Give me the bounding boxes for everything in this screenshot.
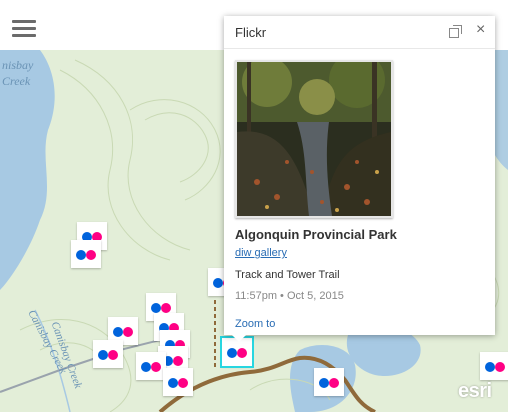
flickr-photo[interactable] [235,60,393,218]
lake-label: nisbay [2,58,34,72]
flickr-marker[interactable] [480,352,508,380]
popup-date: 11:57pm • Oct 5, 2015 [235,290,344,302]
flickr-marker[interactable] [71,240,101,268]
popup-header: Flickr × [224,16,495,49]
popup-description: Track and Tower Trail [235,269,340,281]
dock-icon[interactable] [449,25,462,38]
flickr-marker-selected[interactable] [220,336,254,368]
flickr-popup: Flickr × Algonquin Provincial Park diw g… [224,16,495,335]
popup-title: Flickr [235,25,267,40]
flickr-marker[interactable] [136,352,166,380]
popup-pointer [231,334,247,342]
zoom-to-link[interactable]: Zoom to [235,318,275,330]
flickr-marker[interactable] [314,368,344,396]
close-icon[interactable]: × [476,22,490,38]
esri-logo: esri [458,380,492,402]
lake-label-secondary: Creek [2,74,31,88]
popup-heading: Algonquin Provincial Park [235,227,397,242]
flickr-marker[interactable] [163,368,193,396]
gallery-link[interactable]: diw gallery [235,247,287,259]
flickr-marker[interactable] [93,340,123,368]
hamburger-menu-icon[interactable] [12,20,36,40]
